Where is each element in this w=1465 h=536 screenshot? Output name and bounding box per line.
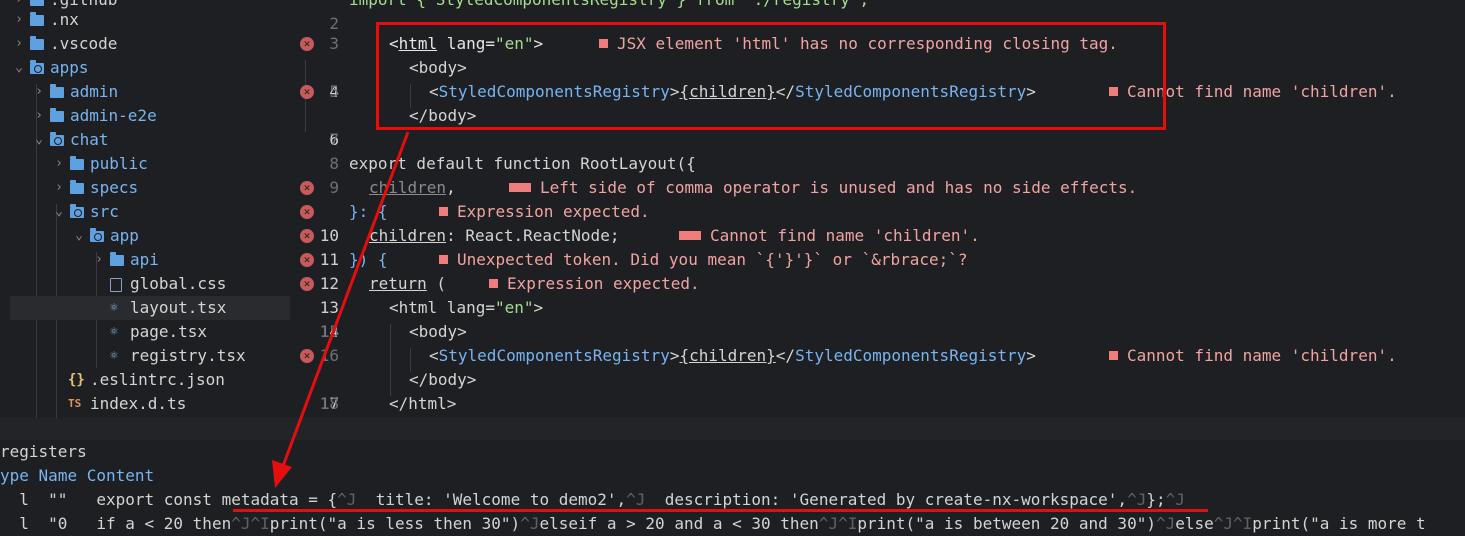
- arrow-head: [272, 460, 292, 488]
- annotation-arrow: [272, 131, 410, 488]
- arrow-shaft: [281, 131, 410, 467]
